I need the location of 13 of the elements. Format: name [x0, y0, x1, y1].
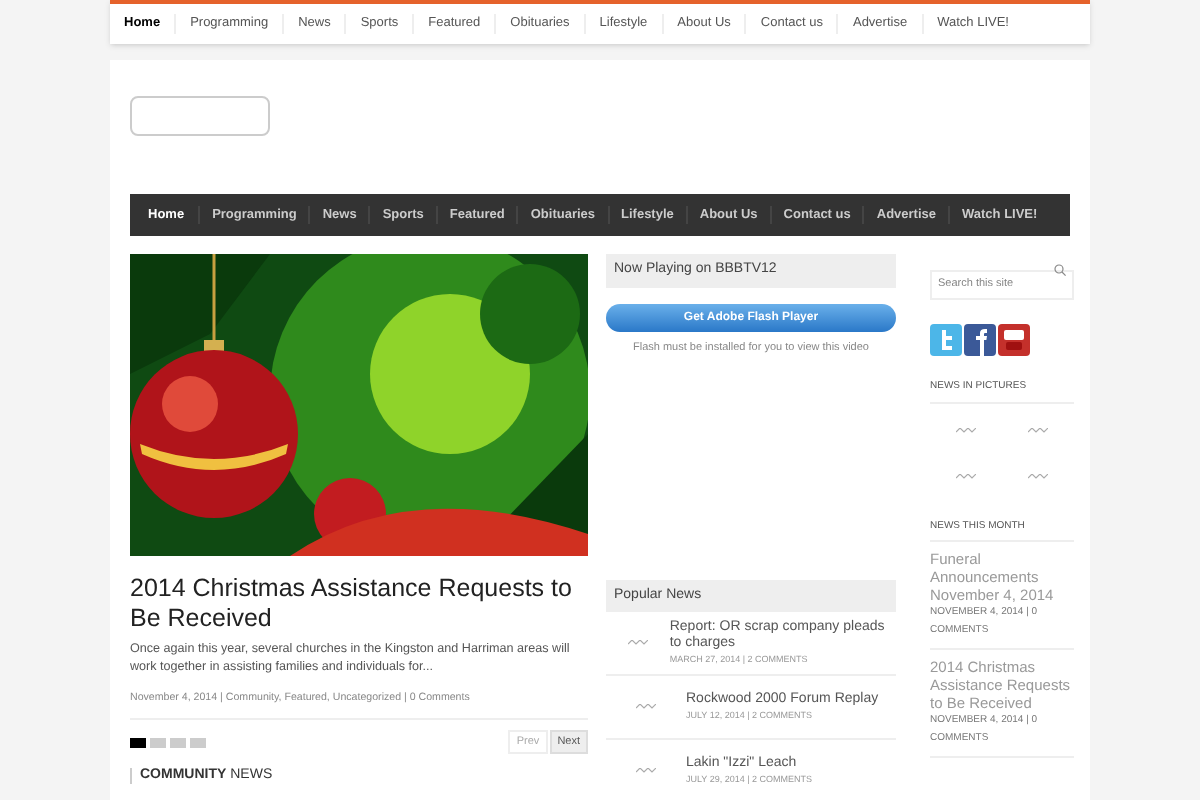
search-icon[interactable]: [1054, 263, 1066, 275]
loading-icon: [627, 640, 648, 647]
loading-icon: [1028, 427, 1048, 433]
loading-icon: [956, 427, 976, 433]
loading-icon: [636, 768, 656, 775]
youtube-icon[interactable]: [998, 324, 1030, 356]
facebook-icon[interactable]: [964, 324, 996, 356]
loading-icon: [1028, 473, 1048, 479]
logo-placeholder[interactable]: [130, 96, 270, 136]
slide-indicator[interactable]: [130, 737, 146, 747]
loading-icon: [956, 473, 976, 479]
article-title[interactable]: 2014 Christmas Assistance Requests to Be Received: [130, 574, 588, 634]
loading-icon: [636, 704, 656, 711]
